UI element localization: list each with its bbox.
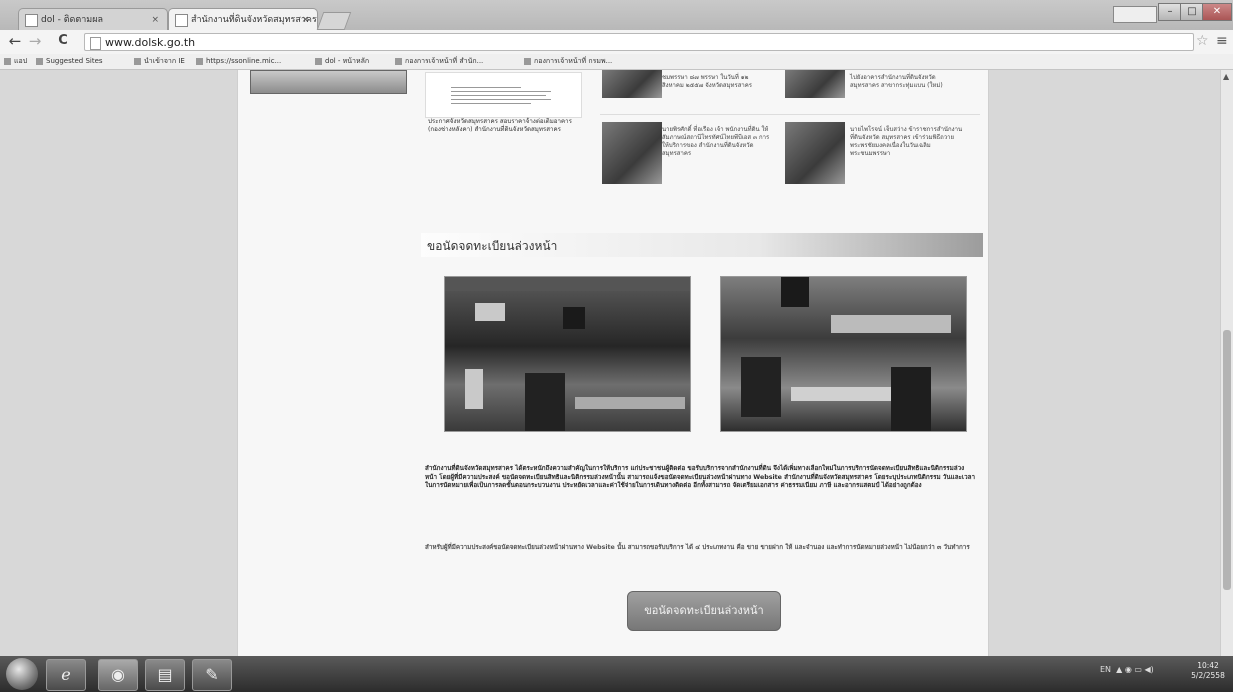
news-photo[interactable]	[602, 70, 662, 98]
page-favicon-icon	[175, 14, 188, 27]
section-title: ขอนัดจดทะเบียนล่วงหน้า	[427, 239, 558, 253]
file-explorer-icon[interactable]: ▤	[145, 659, 185, 691]
bookmark-personnel-dept[interactable]: กองการเจ้าหน้าที่ กรมพ...	[522, 55, 612, 68]
reload-icon[interactable]: C	[54, 32, 72, 50]
news-photo[interactable]	[785, 70, 845, 98]
scroll-up-arrow-icon[interactable]: ▲	[1223, 72, 1229, 81]
start-button[interactable]	[6, 658, 38, 690]
bookmark-apps[interactable]: แอป	[2, 55, 27, 68]
announcement-document-thumbnail[interactable]	[425, 72, 582, 118]
page-favicon-icon	[25, 14, 38, 27]
bookmark-suggested-sites[interactable]: Suggested Sites	[34, 55, 103, 68]
bookmark-dol-home[interactable]: dol - หน้าหลัก	[313, 55, 369, 68]
page-viewport: ประกาศจังหวัดสมุทรสาคร สอบราคาจ้างต่อเติ…	[0, 70, 1220, 656]
bookmarks-bar: แอป Suggested Sites นำเข้าจาก IE https:/…	[0, 54, 1233, 70]
land-office-counter-photo	[720, 276, 967, 432]
windows-taskbar: e ◉ ▤ ✎ EN ▲ ◉ ▭ ◀) 10:42 5/2/2558	[0, 656, 1233, 692]
tab-dolsk-home[interactable]: สำนักงานที่ดินจังหวัดสมุทรสาคร ×	[168, 8, 318, 30]
paint-icon[interactable]: ✎	[192, 659, 232, 691]
tab-label: dol - ติดตามผล	[41, 15, 103, 25]
news-photo[interactable]	[602, 122, 662, 184]
clock-time: 10:42	[1197, 661, 1219, 670]
announcement-link[interactable]: ประกาศจังหวัดสมุทรสาคร สอบราคาจ้างต่อเติ…	[428, 118, 578, 158]
browser-toolbar: ← → C www.dolsk.go.th ☆ ≡	[0, 30, 1233, 54]
book-appointment-button[interactable]: ขอนัดจดทะเบียนล่วงหน้า	[627, 591, 781, 631]
news-caption[interactable]: นายไพโรจน์ เจ็บสว่าง ข้าราชการสำนักงานที…	[850, 126, 970, 158]
clock-date: 5/2/2558	[1191, 671, 1225, 680]
site-logo-banner[interactable]	[250, 70, 407, 94]
bookmark-ssonline[interactable]: https://ssonline.mic...	[194, 55, 281, 68]
back-arrow-icon[interactable]: ←	[6, 32, 24, 50]
page-content: ประกาศจังหวัดสมุทรสาคร สอบราคาจ้างต่อเติ…	[237, 70, 989, 656]
vertical-scrollbar[interactable]: ▲	[1220, 70, 1233, 656]
service-description: สำนักงานที่ดินจังหวัดสมุทรสาคร ได้ตระหนั…	[425, 465, 976, 489]
tab-close-icon[interactable]: ×	[301, 9, 309, 30]
internet-explorer-icon[interactable]: e	[46, 659, 86, 691]
bookmark-personnel-office[interactable]: กองการเจ้าหน้าที่ สำนัก...	[393, 55, 483, 68]
bookmark-imported-from-ie[interactable]: นำเข้าจาก IE	[132, 55, 185, 68]
close-window-button[interactable]: ✕	[1202, 3, 1232, 21]
news-divider	[600, 114, 980, 115]
tab-close-icon[interactable]: ×	[151, 9, 159, 30]
tab-dol-tracking[interactable]: dol - ติดตามผล ×	[18, 8, 168, 30]
tab-label: สำนักงานที่ดินจังหวัดสมุทรสาคร	[191, 15, 317, 25]
maximize-button[interactable]: □	[1180, 3, 1204, 21]
news-photo[interactable]	[785, 122, 845, 184]
bookmark-star-icon[interactable]: ☆	[1196, 33, 1209, 49]
news-caption[interactable]: นายพิรศักดิ์ ที่อเรือง เจ้า พนักงานที่ดิ…	[662, 126, 774, 158]
page-icon	[90, 37, 101, 50]
address-url: www.dolsk.go.th	[105, 36, 196, 49]
tray-icons[interactable]: ▲ ◉ ▭ ◀)	[1114, 665, 1154, 674]
address-bar[interactable]: www.dolsk.go.th	[84, 33, 1194, 51]
news-caption[interactable]: ชมพรรษา ๘๗ พรรษา ในวันที่ ๑๒ สิงหาคม ๒๕๕…	[662, 74, 760, 90]
chrome-menu-icon[interactable]: ≡	[1216, 33, 1228, 49]
service-conditions: สำหรับผู้ที่มีความประสงค์ขอนัดจดทะเบียนล…	[425, 544, 970, 551]
scrollbar-thumb[interactable]	[1223, 330, 1231, 590]
section-header: ขอนัดจดทะเบียนล่วงหน้า	[421, 233, 983, 257]
profile-button[interactable]	[1113, 6, 1157, 23]
minimize-button[interactable]: –	[1158, 3, 1182, 21]
chrome-icon[interactable]: ◉	[98, 659, 138, 691]
new-tab-button[interactable]	[316, 12, 352, 30]
language-indicator[interactable]: EN	[1100, 665, 1111, 674]
browser-tab-strip: dol - ติดตามผล × สำนักงานที่ดินจังหวัดสม…	[0, 0, 1233, 30]
system-tray[interactable]: EN ▲ ◉ ▭ ◀)	[1100, 665, 1154, 674]
forward-arrow-icon[interactable]: →	[26, 32, 44, 50]
news-caption[interactable]: ไปยังอาคารสำนักงานที่ดินจังหวัดสมุทรสาคร…	[850, 74, 950, 90]
system-clock[interactable]: 10:42 5/2/2558	[1185, 661, 1231, 681]
land-office-service-photo	[444, 276, 691, 432]
